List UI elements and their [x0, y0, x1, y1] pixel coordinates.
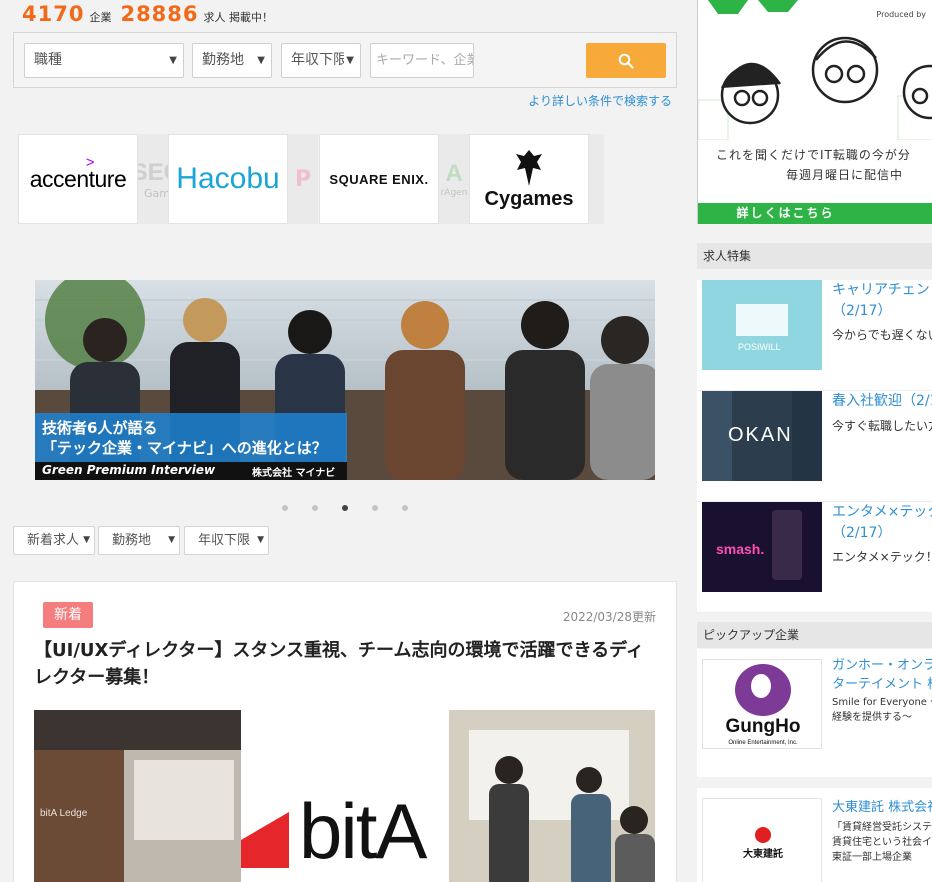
thumb-label: OKAN	[728, 424, 793, 446]
carousel-dot[interactable]	[372, 505, 378, 511]
advanced-search-link[interactable]: より詳しい条件で検索する	[528, 92, 672, 109]
location-filter-value: 勤務地	[112, 533, 152, 548]
gungho-sub: Online Entertainment, Inc.	[728, 740, 798, 746]
feature-item[interactable]: smash. エンタメ×テック （2/17） エンタメ×テック！	[697, 502, 932, 613]
carousel-pagination	[282, 505, 408, 511]
job-count: 28886	[120, 2, 199, 26]
company-count: 4170	[22, 2, 85, 26]
job-title[interactable]: 【UI/UXディレクター】スタンス重視、チーム志向の環境で活躍できるディレクター…	[34, 637, 654, 691]
chevron-down-icon: ▼	[169, 55, 177, 66]
banner-caption-line1: 技術者6人が語る	[42, 419, 158, 437]
feature-desc: 今からでも遅くない	[832, 328, 932, 342]
banner-series-label: Green Premium Interview	[42, 463, 216, 477]
occupation-value: 職種	[34, 52, 62, 68]
ghost-logo-sub: rAgen	[440, 188, 468, 198]
ad-details-button[interactable]: 詳しくはこちら	[698, 203, 932, 224]
job-unit: 求人 掲載中！	[203, 11, 274, 24]
feature-title[interactable]: キャリアチェン （2/17）	[832, 280, 930, 322]
logo-ghost-cyberagent[interactable]: A rAgen	[439, 134, 469, 224]
carousel-dot-active[interactable]	[342, 505, 348, 511]
chevron-down-icon: ▼	[83, 535, 90, 545]
daito-logo: 大東建託	[702, 798, 822, 882]
chevron-down-icon: ▼	[168, 535, 175, 545]
location-select[interactable]: 勤務地 ▼	[192, 43, 272, 78]
logo-hacobu[interactable]: Hacobu	[168, 134, 288, 224]
ghost-logo-text: A	[445, 160, 463, 187]
banner-company-label: 株式会社 マイナビ	[252, 468, 336, 479]
feature-thumb-okan: OKAN	[702, 391, 822, 481]
gungho-wordmark: GungHo	[726, 716, 801, 737]
search-form: 職種 ▼ 勤務地 ▼ 年収下限 ▼ キーワード、企業名	[13, 32, 677, 88]
feature-thumb-smash: smash.	[702, 502, 822, 592]
occupation-select[interactable]: 職種 ▼	[24, 43, 184, 78]
pickup-item[interactable]: 大東建託 大東建託 株式会社 「賃貸経営受託システ 賃貸住宅という社会イ 東証一部上…	[697, 788, 932, 882]
pickup-item[interactable]: GungHo Online Entertainment, Inc. ガンホー・オ…	[697, 649, 932, 777]
updated-date: 2022/03/28更新	[562, 610, 656, 624]
salary-select[interactable]: 年収下限 ▼	[281, 43, 361, 78]
salary-filter-value: 年収下限	[198, 533, 251, 548]
carousel-dot[interactable]	[312, 505, 318, 511]
sort-value: 新着求人	[27, 533, 80, 548]
cygames-emblem-icon	[516, 149, 542, 186]
feature-item[interactable]: POSIWILL キャリアチェン （2/17） 今からでも遅くない	[697, 280, 932, 391]
feature-desc: エンタメ×テック！	[832, 550, 932, 564]
location-filter[interactable]: 勤務地 ▼	[98, 526, 180, 555]
feature-title[interactable]: エンタメ×テック （2/17）	[832, 502, 932, 544]
pickup-desc: Smile for Everyone 〜経験を提供する〜	[832, 697, 932, 723]
ad-text-line1: これを聞くだけでIT転職の今が分	[716, 148, 911, 162]
hacobu-wordmark: Hacobu	[176, 162, 280, 195]
ad-produced-by: Produced by	[876, 10, 926, 19]
sort-select[interactable]: 新着求人 ▼	[13, 526, 95, 555]
gungho-logo: GungHo Online Entertainment, Inc.	[702, 659, 822, 749]
office-sign-text: bitA Ledge	[40, 808, 88, 819]
feature-item[interactable]: OKAN 春入社歓迎（2/1 今すぐ転職したい方	[697, 391, 932, 502]
square-enix-wordmark: SQUARE ENIX.	[329, 171, 429, 187]
logo-square-enix[interactable]: SQUARE ENIX.	[319, 134, 439, 224]
banner-caption-line2: 「テック企業・マイナビ」への進化とは？	[42, 439, 327, 457]
features-heading: 求人特集	[697, 243, 932, 269]
thumb-label: smash.	[716, 541, 764, 557]
feature-title[interactable]: 春入社歓迎（2/1	[832, 391, 932, 412]
company-logo-carousel: SEG Gam > accenture Hacobu P SQUARE ENIX.…	[18, 134, 604, 224]
ad-illustration	[698, 0, 932, 140]
accenture-wordmark: > accenture	[29, 153, 127, 192]
job-stats: 4170 企業 28886 求人 掲載中！	[22, 2, 282, 26]
salary-value: 年収下限	[291, 52, 347, 68]
office-photo: bitA Ledge	[34, 710, 241, 882]
chevron-down-icon: ▼	[257, 55, 265, 66]
cygames-wordmark: Cygames	[484, 187, 574, 210]
feature-desc: 今すぐ転職したい方	[832, 419, 932, 433]
chevron-down-icon: ▼	[344, 44, 354, 77]
daito-wordmark: 大東建託	[743, 847, 783, 860]
keyword-input[interactable]: キーワード、企業名	[370, 43, 474, 78]
pickup-desc: 「賃貸経営受託システ 賃貸住宅という社会イ 東証一部上場企業	[832, 822, 932, 863]
pickup-title[interactable]: 大東建託 株式会社	[832, 798, 932, 817]
team-photo	[449, 710, 655, 882]
carousel-dot[interactable]	[282, 505, 288, 511]
logo-ghost[interactable]: P	[288, 134, 318, 224]
pickup-title[interactable]: ガンホー・オンライターテイメント 株	[832, 656, 932, 694]
podcast-ad[interactable]: Produced by これを聞くだけでIT転職の今が分 毎週月曜日に配信中 詳…	[697, 0, 932, 224]
company-logo-image: bitA	[241, 710, 449, 882]
search-icon	[618, 53, 634, 69]
location-value: 勤務地	[202, 52, 244, 68]
company-unit: 企業	[89, 11, 112, 24]
thumb-label: POSIWILL	[738, 342, 781, 352]
ghost-logo-sub: Gam	[144, 186, 170, 200]
search-button[interactable]	[586, 43, 666, 78]
carousel-dot[interactable]	[402, 505, 408, 511]
job-card[interactable]: 新着 2022/03/28更新 【UI/UXディレクター】スタンス重視、チーム志…	[13, 581, 677, 882]
logo-ghost[interactable]	[589, 134, 604, 224]
new-badge: 新着	[43, 602, 93, 628]
logo-cygames[interactable]: Cygames	[469, 134, 589, 224]
bita-wordmark: bitA	[299, 787, 427, 875]
feature-thumb-posiwill: POSIWILL	[702, 280, 822, 370]
pickup-heading: ピックアップ企業	[697, 622, 932, 648]
salary-filter[interactable]: 年収下限 ▼	[184, 526, 269, 555]
ad-text-line2: 毎週月曜日に配信中	[786, 168, 904, 182]
chevron-down-icon: ▼	[257, 535, 264, 545]
logo-accenture[interactable]: > accenture	[18, 134, 138, 224]
